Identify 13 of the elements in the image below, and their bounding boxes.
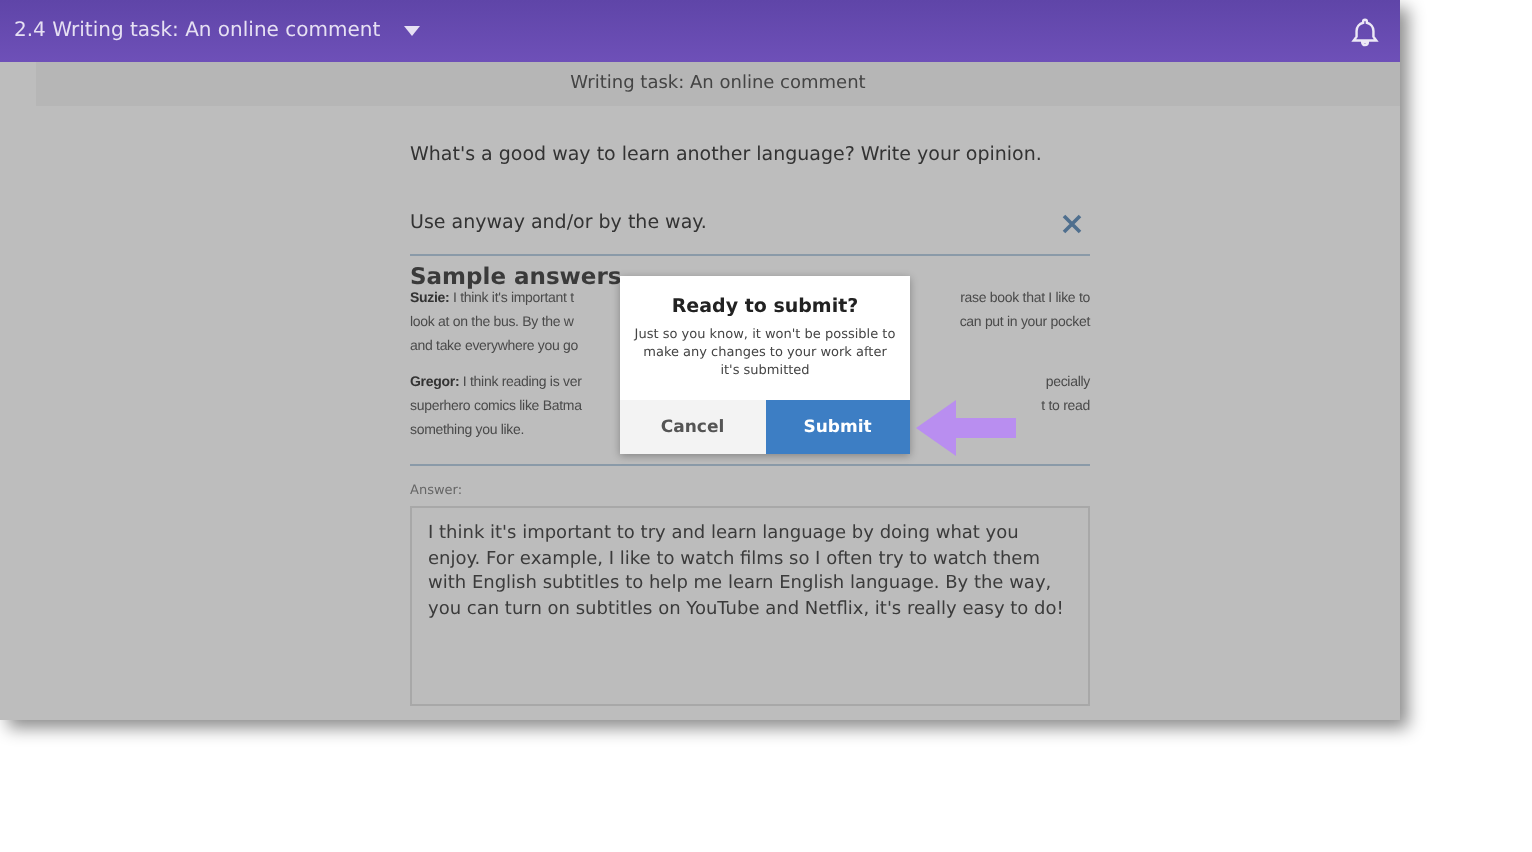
arrow-icon (916, 398, 1016, 458)
sub-header-title: Writing task: An online comment (570, 74, 866, 94)
dialog-title: Ready to submit? (671, 296, 859, 318)
task-hint: Use anyway and/or by the way. (410, 212, 707, 234)
bell-icon[interactable] (1350, 15, 1380, 47)
task-question: What's a good way to learn another language? Write your opinion. (410, 144, 1044, 166)
samples-heading: Sample answers (410, 262, 624, 290)
submit-button[interactable]: Submit (765, 400, 910, 454)
answer-field[interactable]: I think it's important to try and learn language by doing what you enjoy. For example, I like to watch films so I often try to watch them with English subtitles to help me learn English language. By the way, you can turn on subtitles on YouTube and Netflix, it's really easy to do! (410, 506, 1090, 706)
lesson-title[interactable]: 2.4 Writing task: An online comment (14, 20, 381, 42)
caret-icon[interactable] (404, 26, 421, 36)
cancel-button[interactable]: Cancel (620, 400, 765, 454)
close-icon[interactable] (1062, 213, 1082, 233)
